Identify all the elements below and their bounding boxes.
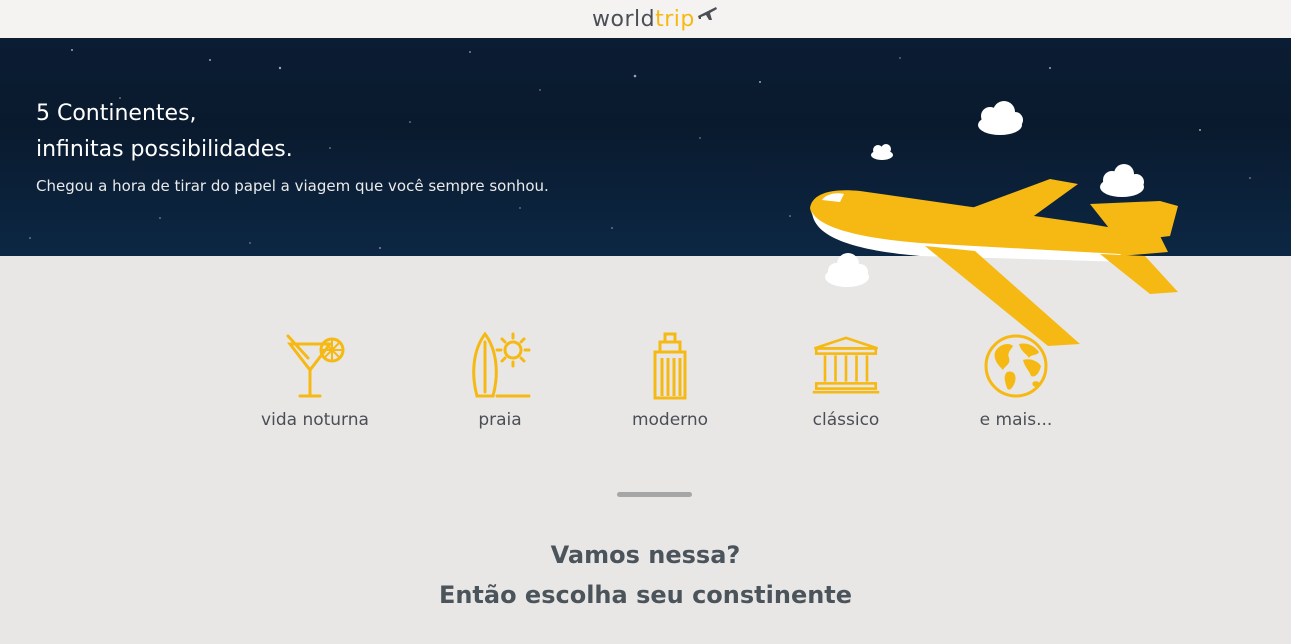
travel-type-label: moderno [631, 410, 709, 430]
logo-plane-icon [698, 7, 717, 20]
hero-banner: 5 Continentes, infinitas possibilidades.… [0, 38, 1291, 346]
travel-type-label: clássico [812, 410, 880, 430]
cta-line2: Então escolha seu constinente [438, 581, 853, 609]
surfboard-sun-icon [465, 330, 535, 400]
section-divider [617, 492, 692, 497]
cocktail-icon [280, 330, 350, 400]
skyscraper-icon [635, 330, 705, 400]
worldtrip-logo[interactable]: worldtrip [590, 3, 720, 35]
choose-continent-heading: Vamos nessa? Então escolha seu constinen… [0, 535, 1291, 615]
travel-type-praia[interactable]: praia [425, 330, 575, 430]
hero-title: 5 Continentes, infinitas possibilidades. [36, 96, 293, 168]
cloud-icon [978, 101, 1023, 135]
travel-type-label: vida noturna [261, 410, 369, 430]
hero-subtitle: Chegou a hora de tirar do papel a viagem… [36, 177, 549, 195]
hero-title-line2: infinitas possibilidades. [36, 137, 293, 162]
travel-type-vida-noturna[interactable]: vida noturna [240, 330, 390, 430]
cta-line1: Vamos nessa? [550, 541, 741, 569]
travel-type-label: e mais... [979, 410, 1053, 430]
top-header: worldtrip [0, 0, 1291, 38]
hero-title-line1: 5 Continentes, [36, 101, 197, 126]
logo-text: worldtrip [592, 7, 695, 32]
airplane-illustration [800, 96, 1200, 356]
travel-type-label: praia [478, 410, 522, 430]
logo-trip-text: trip [655, 7, 695, 32]
logo-world-text: world [592, 7, 656, 32]
travel-type-moderno[interactable]: moderno [595, 330, 745, 430]
